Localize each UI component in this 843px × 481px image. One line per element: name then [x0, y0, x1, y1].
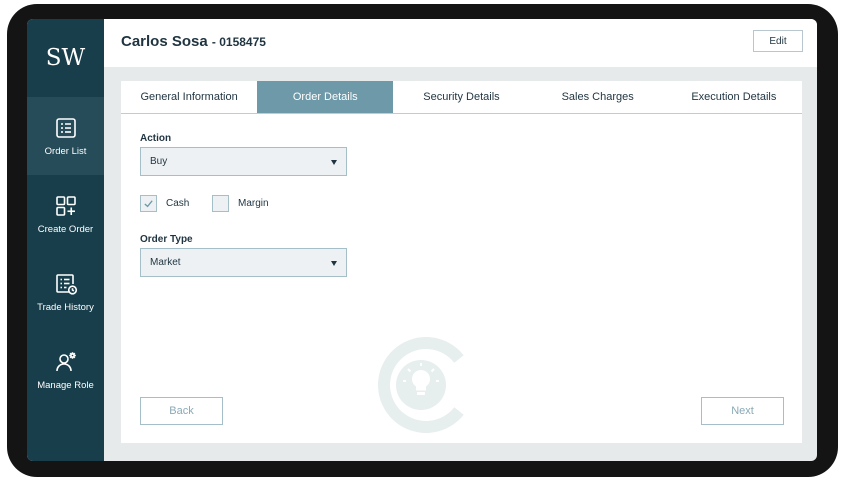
- tab-bar: General Information Order Details Securi…: [121, 81, 802, 114]
- order-form-card: General Information Order Details Securi…: [121, 81, 802, 443]
- sidebar: SW Order List Create Order Trade History…: [27, 19, 104, 461]
- app-screen: SW Order List Create Order Trade History…: [27, 19, 817, 461]
- history-icon: [55, 273, 77, 295]
- tab-sales-charges[interactable]: Sales Charges: [530, 81, 666, 113]
- client-id: - 0158475: [211, 35, 266, 49]
- tab-general-information[interactable]: General Information: [121, 81, 257, 113]
- page-header: Carlos Sosa - 0158475 Edit: [104, 19, 817, 67]
- list-icon: [55, 117, 76, 138]
- next-button[interactable]: Next: [701, 397, 784, 425]
- sidebar-item-manage-role[interactable]: Manage Role: [27, 331, 104, 409]
- caret-down-icon: [331, 261, 337, 266]
- sidebar-item-label: Order List: [44, 145, 87, 157]
- sidebar-item-create-order[interactable]: Create Order: [27, 175, 104, 253]
- cash-label: Cash: [166, 198, 190, 209]
- lightbulb-watermark-icon: [378, 337, 464, 433]
- order-type-select[interactable]: Market: [140, 248, 347, 277]
- client-name: Carlos Sosa: [121, 33, 208, 50]
- back-button[interactable]: Back: [140, 397, 223, 425]
- grid-plus-icon: [55, 195, 76, 216]
- sidebar-item-label: Trade History: [37, 301, 94, 313]
- checkmark-icon: [144, 200, 153, 208]
- sidebar-item-order-list[interactable]: Order List: [27, 97, 104, 175]
- margin-checkbox[interactable]: [212, 195, 229, 212]
- edit-button[interactable]: Edit: [753, 30, 803, 52]
- tab-execution-details[interactable]: Execution Details: [666, 81, 802, 113]
- tab-order-details[interactable]: Order Details: [257, 81, 394, 113]
- order-type-value: Market: [150, 257, 181, 268]
- sidebar-item-label: Manage Role: [37, 379, 94, 391]
- order-type-label: Order Type: [140, 234, 193, 245]
- sidebar-item-label: Create Order: [37, 223, 94, 235]
- action-label: Action: [140, 133, 172, 144]
- app-logo: SW: [45, 45, 86, 71]
- cash-checkbox-row[interactable]: Cash: [140, 195, 189, 212]
- margin-label: Margin: [238, 198, 269, 209]
- sidebar-item-trade-history[interactable]: Trade History: [27, 253, 104, 331]
- action-select[interactable]: Buy: [140, 147, 347, 176]
- cash-checkbox[interactable]: [140, 195, 157, 212]
- user-gear-icon: [55, 351, 76, 371]
- margin-checkbox-row[interactable]: Margin: [212, 195, 269, 212]
- action-value: Buy: [150, 156, 168, 167]
- caret-down-icon: [331, 160, 337, 165]
- device-frame: SW Order List Create Order Trade History…: [7, 4, 838, 477]
- page-title: Carlos Sosa - 0158475: [121, 33, 266, 50]
- tab-security-details[interactable]: Security Details: [393, 81, 529, 113]
